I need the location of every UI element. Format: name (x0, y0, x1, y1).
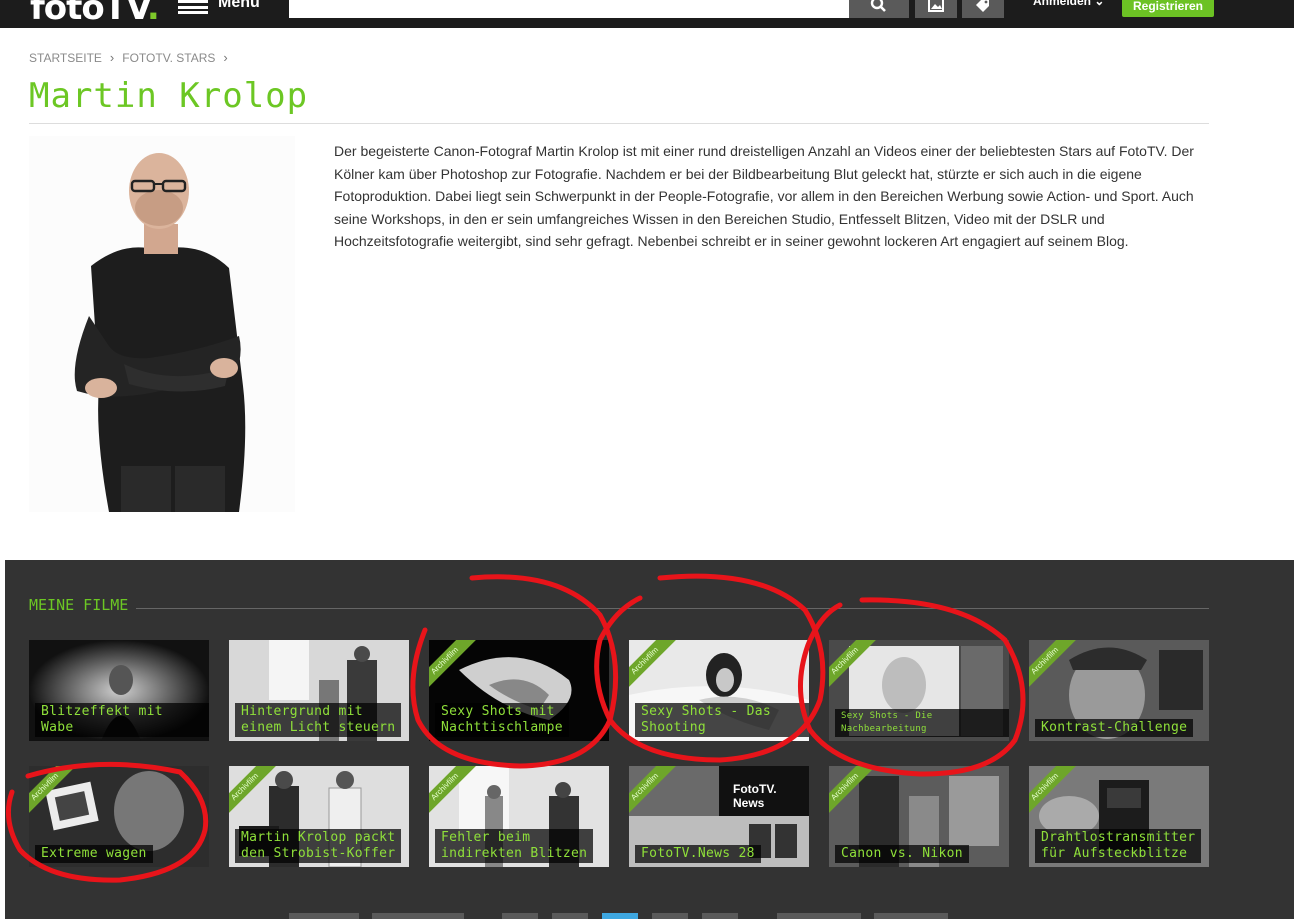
film-tile[interactable]: Archivfilm Drahtlostransmitter für Aufst… (1029, 766, 1209, 867)
pagination-first[interactable] (372, 913, 464, 919)
film-tile[interactable]: Hintergrund mit einem Licht steuern (229, 640, 409, 741)
film-tile[interactable]: Archivfilm Martin Krolop packt den Strob… (229, 766, 409, 867)
menu-button[interactable]: Menü (178, 0, 260, 20)
film-tile[interactable]: Archivfilm FotoTV. News FotoTV.News 28 (629, 766, 809, 867)
film-tile[interactable]: Blitzeffekt mit Wabe (29, 640, 209, 741)
star-biography: Der begeisterte Canon-Fotograf Martin Kr… (334, 143, 1194, 250)
films-section: MEINE FILME Blitzeffekt mit Wabe Hinterg… (5, 560, 1294, 919)
pagination-prev[interactable] (289, 913, 359, 919)
top-navigation-bar: fotoTV. Menü Anmelden ⌄ Registrieren (0, 0, 1294, 28)
pagination-page[interactable] (702, 913, 738, 919)
fototv-news-logo: FotoTV. News (733, 782, 777, 810)
image-icon (928, 0, 944, 12)
film-tile[interactable]: Archivfilm Kontrast-Challenge (1029, 640, 1209, 741)
fototv-logo[interactable]: fotoTV. (30, 0, 160, 28)
breadcrumb-home[interactable]: STARTSEITE (29, 51, 102, 65)
tag-icon (976, 0, 989, 12)
breadcrumb: STARTSEITE › FOTOTV. STARS › (29, 50, 228, 65)
film-tile[interactable]: Archivfilm Canon vs. Nikon (829, 766, 1009, 867)
tag-button[interactable] (962, 0, 1004, 18)
search-icon (870, 0, 886, 12)
register-button[interactable]: Registrieren (1122, 0, 1214, 17)
search-input[interactable] (289, 0, 849, 18)
film-tile[interactable]: Archivfilm Fehler beim indirekten Blitze… (429, 766, 609, 867)
page-title: Martin Krolop (29, 76, 309, 116)
film-tile[interactable]: Archivfilm Sexy Shots mit Nachttischlamp… (429, 640, 609, 741)
pagination-next[interactable] (874, 913, 948, 919)
pagination-page[interactable] (502, 913, 538, 919)
gallery-button[interactable] (915, 0, 957, 18)
pagination-last[interactable] (777, 913, 861, 919)
menu-label: Menü (218, 0, 260, 11)
pagination-page-current[interactable] (602, 913, 638, 919)
hamburger-icon (178, 0, 208, 14)
search-button[interactable] (849, 0, 909, 18)
login-link[interactable]: Anmelden ⌄ (1033, 0, 1104, 8)
film-tile[interactable]: Archivfilm Sexy Shots - Das Shooting (629, 640, 809, 741)
pagination-page[interactable] (652, 913, 688, 919)
section-divider (29, 608, 1209, 609)
film-tile[interactable]: Archivfilm Extreme wagen (29, 766, 209, 867)
star-portrait-photo (29, 136, 295, 512)
title-divider (29, 123, 1209, 124)
pagination-page[interactable] (552, 913, 588, 919)
chevron-right-icon: › (223, 50, 228, 65)
film-tile[interactable]: Archivfilm Sexy Shots - Die Nachbearbeit… (829, 640, 1009, 741)
chevron-right-icon: › (109, 50, 115, 65)
section-title: MEINE FILME (29, 596, 137, 614)
breadcrumb-stars[interactable]: FOTOTV. STARS (122, 51, 215, 65)
chevron-down-icon: ⌄ (1094, 0, 1105, 8)
